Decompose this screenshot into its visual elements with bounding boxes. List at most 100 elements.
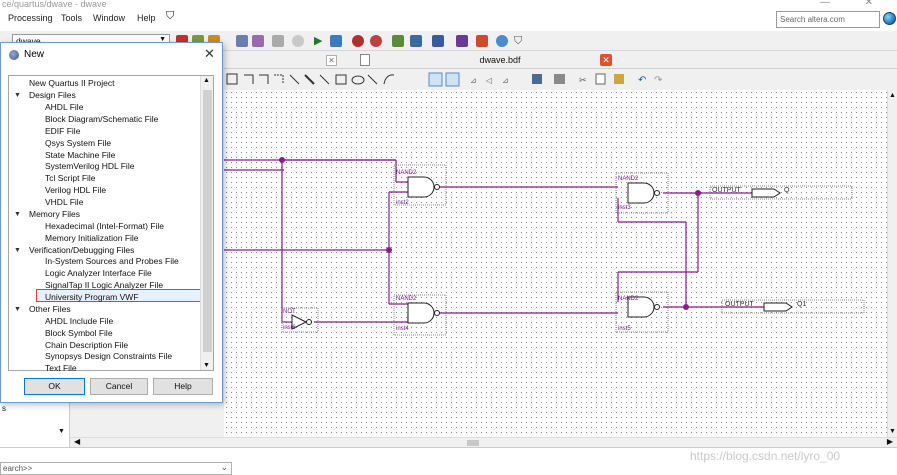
copy-icon xyxy=(595,73,606,85)
search-input[interactable]: Search altera.com xyxy=(776,11,880,28)
rtl-icon[interactable] xyxy=(410,35,422,47)
programmer-icon[interactable] xyxy=(456,35,468,47)
play-icon[interactable]: ▶ xyxy=(314,35,326,47)
scrollbar-thumb[interactable] xyxy=(467,440,479,446)
tree-item[interactable]: Block Symbol File xyxy=(45,328,113,339)
menu-processing[interactable]: Processing xyxy=(8,13,53,23)
window-controls[interactable]: — ✕ xyxy=(820,0,889,8)
not-bubble xyxy=(306,319,312,325)
timing-icon-2[interactable] xyxy=(370,35,382,47)
output-pin-q1 xyxy=(763,302,793,312)
tool-icon-2[interactable] xyxy=(252,35,264,47)
tree-item[interactable]: Chain Description File xyxy=(45,340,128,351)
ok-button[interactable]: OK xyxy=(24,378,85,395)
snap-to-grid-icon xyxy=(428,72,443,87)
search-more-combo[interactable]: earch>> ⌄ xyxy=(0,462,232,475)
search-more-label: earch>> xyxy=(3,464,33,473)
tree-item[interactable]: State Machine File xyxy=(45,150,115,161)
tree-item[interactable]: Block Diagram/Schematic File xyxy=(45,114,158,125)
chevron-left-icon[interactable]: ◀ xyxy=(74,437,80,446)
schematic-drawing xyxy=(224,157,865,336)
chevron-down-icon[interactable]: ▼ xyxy=(889,428,896,435)
paste-icon xyxy=(614,74,624,84)
tree-item[interactable]: Qsys System File xyxy=(45,138,111,149)
flip-horizontal-icon: ⊿ xyxy=(470,76,477,85)
tree-item[interactable]: Verification/Debugging Files xyxy=(29,245,134,256)
tree-item[interactable]: Hexadecimal (Intel-Format) File xyxy=(45,221,164,232)
chevron-down-icon[interactable]: ▼ xyxy=(14,245,21,256)
canvas-vertical-scrollbar[interactable]: ▲ ▼ xyxy=(887,90,897,437)
canvas-horizontal-scrollbar[interactable]: ◀ ▶ xyxy=(70,437,897,447)
chevron-up-icon[interactable]: ▲ xyxy=(889,92,896,99)
drawing-tools[interactable]: ⊿ ◁ ⊿ ✂ ↶ ↷ xyxy=(224,70,684,89)
rectangle-tool-icon xyxy=(226,73,238,85)
window-title-bar: ce/quartus/dwave - dwave — ✕ xyxy=(0,0,897,9)
gate-inst-label: inst6 xyxy=(283,325,296,331)
tab-dwave-bdf[interactable]: dwave.bdf xyxy=(380,51,620,69)
oval-tool-icon xyxy=(351,75,365,85)
output-pin-q xyxy=(751,188,781,198)
orthogonal-conduit-tool-icon xyxy=(274,74,284,84)
tree-item[interactable]: New Quartus II Project xyxy=(29,78,115,89)
rectangle-shape-icon xyxy=(335,74,347,85)
chevron-up-icon[interactable]: ▲ xyxy=(203,77,210,84)
tree-item[interactable]: VHDL File xyxy=(45,197,83,208)
output-kind-label: OUTPUT xyxy=(725,301,754,308)
nand-gate-inst3 xyxy=(627,182,655,204)
tree-item[interactable]: SystemVerilog HDL File xyxy=(45,161,134,172)
save-icon xyxy=(532,74,542,84)
tree-scrollbar[interactable]: ▲ ▼ xyxy=(200,76,213,370)
window-title: ce/quartus/dwave - dwave xyxy=(2,0,107,9)
tab-close-icon[interactable]: ✕ xyxy=(326,55,337,66)
chevron-down-icon[interactable]: ▼ xyxy=(58,428,65,435)
timing-icon[interactable] xyxy=(352,35,364,47)
start-analysis-icon[interactable] xyxy=(330,35,342,47)
chevron-down-icon[interactable]: ▼ xyxy=(203,362,210,369)
junction-dot xyxy=(386,247,392,253)
tree-item[interactable]: EDIF File xyxy=(45,126,80,137)
tree-item[interactable]: SignalTap II Logic Analyzer File xyxy=(45,280,163,291)
close-icon[interactable]: ✕ xyxy=(204,46,215,62)
cancel-button[interactable]: Cancel xyxy=(90,378,148,395)
tree-item[interactable]: Memory Initialization File xyxy=(45,233,139,244)
chevron-down-icon[interactable]: ▼ xyxy=(14,304,21,315)
gate-type-label: NAND2 xyxy=(618,296,639,302)
tab-close-icon[interactable]: ✕ xyxy=(600,54,612,66)
tool-icon-1[interactable] xyxy=(236,35,248,47)
stop-icon[interactable] xyxy=(292,35,304,47)
signaltap-icon[interactable] xyxy=(476,35,488,47)
tree-item-selected[interactable]: University Program VWF xyxy=(45,292,139,303)
info-icon[interactable] xyxy=(496,35,508,47)
tree-item[interactable]: Logic Analyzer Interface File xyxy=(45,268,152,279)
menu-help[interactable]: Help xyxy=(137,13,156,23)
tree-item[interactable]: Tcl Script File xyxy=(45,173,96,184)
tree-item[interactable]: Verilog HDL File xyxy=(45,185,106,196)
chevron-down-icon[interactable]: ▼ xyxy=(14,209,21,220)
redo-icon: ↷ xyxy=(654,75,663,86)
menu-tools[interactable]: Tools xyxy=(61,13,82,23)
netlist-icon[interactable] xyxy=(392,35,404,47)
tree-item[interactable]: AHDL File xyxy=(45,102,83,113)
tree-item[interactable]: Memory Files xyxy=(29,209,80,220)
tree-item[interactable]: Synopsys Design Constraints File xyxy=(45,351,172,362)
gate-type-label: NAND2 xyxy=(396,170,417,176)
help-button[interactable]: Help xyxy=(153,378,213,395)
chevron-right-icon[interactable]: ▶ xyxy=(887,437,893,446)
chevron-down-icon[interactable]: ▼ xyxy=(14,90,21,101)
chip-planner-icon[interactable] xyxy=(432,35,444,47)
tree-item[interactable]: Other Files xyxy=(29,304,71,315)
dialog-title: New xyxy=(24,49,45,60)
diagonal-conduit-tool-icon xyxy=(319,74,330,85)
tree-item[interactable]: Text File xyxy=(45,363,77,374)
scrollbar-thumb[interactable] xyxy=(203,90,212,352)
nand-bubble xyxy=(434,310,440,316)
tool-icon-3[interactable] xyxy=(272,35,284,47)
feedback-icon[interactable]: ⛉ xyxy=(166,10,174,23)
orthogonal-node-tool-icon xyxy=(244,74,254,84)
menu-window[interactable]: Window xyxy=(93,13,125,23)
feedback-icon-2[interactable]: ⛉ xyxy=(514,35,526,47)
tree-item[interactable]: AHDL Include File xyxy=(45,316,113,327)
tree-item[interactable]: In-System Sources and Probes File xyxy=(45,256,179,267)
globe-icon[interactable] xyxy=(883,12,896,25)
tree-item[interactable]: Design Files xyxy=(29,90,76,101)
